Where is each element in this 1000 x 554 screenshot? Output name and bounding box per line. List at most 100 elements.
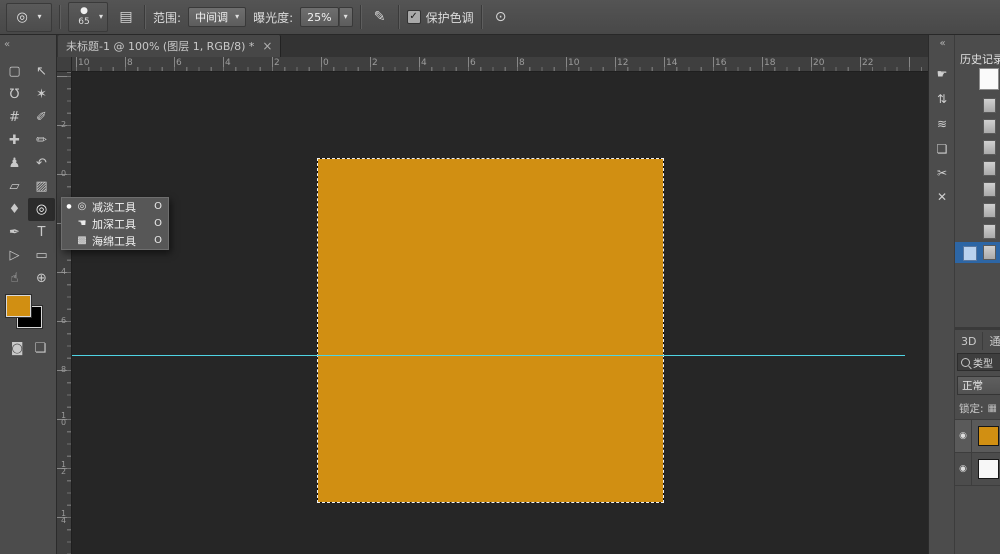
arrows-panel-icon[interactable]: ⇅	[929, 88, 955, 110]
history-state-row[interactable]	[955, 116, 1000, 137]
checkbox-box: ✓	[406, 10, 421, 24]
lasso-tool[interactable]: ℧	[1, 83, 28, 106]
horizontal-ruler[interactable]: 10 8 6 4 2 0 2 4 6 8 10 12 14 16 18 20 2…	[72, 57, 928, 72]
history-state-row[interactable]	[955, 221, 1000, 242]
ruler-number: 6	[470, 58, 476, 68]
ruler-number: 12	[617, 58, 629, 68]
history-brush-tool[interactable]: ↶	[28, 152, 55, 175]
visibility-toggle[interactable]: ◉	[955, 420, 972, 452]
menu-item-sponge-tool[interactable]: ▩ 海绵工具 O	[62, 232, 168, 249]
layer-row-layer1[interactable]: ◉	[955, 420, 1000, 453]
history-state-row[interactable]	[955, 179, 1000, 200]
options-bar: ◎ ▾ ● 65 ▾ ▤ 范围: 中间调 ▾ 曝光度: 25% ▾ ✎ ✓ 保护…	[0, 0, 1000, 35]
ruler-number: 18	[764, 58, 776, 68]
shape-tool[interactable]: ▭	[28, 244, 55, 267]
chevron-down-icon: ▾	[37, 12, 42, 21]
gradient-tool[interactable]: ▨	[28, 175, 55, 198]
zoom-tool[interactable]: ⊕	[28, 267, 55, 290]
collapse-dock-button[interactable]: «	[929, 38, 955, 49]
brush-preset-picker[interactable]: ● 65 ▾	[68, 2, 109, 32]
quick-mask-button[interactable]: ◙	[11, 341, 24, 356]
dodge-tool[interactable]: ◎	[28, 198, 55, 221]
waves-panel-icon[interactable]: ≋	[929, 113, 955, 135]
eraser-tool[interactable]: ▱	[1, 175, 28, 198]
visibility-toggle[interactable]: ◉	[955, 453, 972, 485]
tab-bar: 未标题-1 @ 100% (图层 1, RGB/8) * ×	[57, 35, 928, 57]
ruler-number: 2	[60, 120, 67, 129]
menu-item-burn-tool[interactable]: ☚ 加深工具 O	[62, 215, 168, 232]
type-tool[interactable]: T	[28, 221, 55, 244]
color-swatches	[0, 293, 57, 339]
close-panel-icon[interactable]: ✕	[929, 186, 955, 208]
ruler-corner[interactable]	[57, 57, 72, 72]
brush-tool[interactable]: ✏	[28, 129, 55, 152]
ruler-number: 4	[421, 58, 427, 68]
pressure-toggle-button[interactable]: ⊙	[490, 6, 512, 28]
path-selection-tool[interactable]: ▷	[1, 244, 28, 267]
divider	[480, 5, 483, 29]
layers-panel-icon[interactable]: ❏	[929, 138, 955, 160]
hand-panel-icon[interactable]: ☛	[929, 63, 955, 85]
collapse-tools-button[interactable]: «	[4, 39, 10, 50]
exposure-input[interactable]: 25%	[300, 7, 339, 27]
selected-bullet-icon: ●	[66, 203, 72, 210]
lock-options-row: 锁定: ▦	[959, 400, 1000, 416]
lock-label: 锁定:	[959, 402, 984, 415]
magic-wand-tool[interactable]: ✶	[28, 83, 55, 106]
eraser-icon: ▱	[9, 179, 20, 194]
history-state-row[interactable]	[955, 95, 1000, 116]
foreground-color-swatch[interactable]	[6, 295, 31, 317]
history-snapshot-thumbnail[interactable]	[979, 68, 999, 90]
range-label: 范围:	[153, 10, 182, 25]
history-state-row[interactable]	[955, 158, 1000, 179]
eyedropper-tool[interactable]: ✐	[28, 106, 55, 129]
gradient-icon: ▨	[35, 179, 48, 194]
tab-channels[interactable]: 通道	[983, 332, 1000, 350]
tab-3d[interactable]: 3D	[955, 332, 984, 350]
divider	[397, 5, 400, 29]
menu-item-dodge-tool[interactable]: ● ◎ 减淡工具 O	[62, 198, 168, 215]
selected-orange-region[interactable]	[317, 158, 664, 503]
document-tab[interactable]: 未标题-1 @ 100% (图层 1, RGB/8) * ×	[58, 35, 282, 57]
airbrush-toggle-button[interactable]: ✎	[369, 6, 391, 28]
protect-tones-checkbox[interactable]: ✓ 保护色调	[406, 9, 474, 26]
blur-tool[interactable]: ♦	[1, 198, 28, 221]
history-state-icon	[983, 140, 996, 155]
history-state-icon	[983, 119, 996, 134]
history-state-row[interactable]	[955, 137, 1000, 158]
dodge-tool-icon: ◎	[35, 202, 48, 217]
history-state-row[interactable]	[955, 200, 1000, 221]
toggle-brush-panel-button[interactable]: ▤	[115, 6, 137, 28]
brush-size-value: 65	[78, 17, 90, 27]
tool-preset-picker[interactable]: ◎ ▾	[6, 2, 52, 32]
zoom-icon: ⊕	[36, 271, 47, 286]
layer-filter-select[interactable]: 类型	[957, 353, 1000, 371]
lock-transparency-icon[interactable]: ▦	[988, 403, 997, 414]
ruler-number: 2	[372, 58, 378, 68]
dodge-tool-icon: ◎	[16, 9, 28, 25]
healing-brush-tool[interactable]: ✚	[1, 129, 28, 152]
background-thumbnail[interactable]	[978, 459, 999, 479]
horizontal-guide[interactable]	[72, 355, 905, 356]
brush-icon: ✏	[36, 133, 47, 148]
pen-tool[interactable]: ✒	[1, 221, 28, 244]
photoshop-window: ◎ ▾ ● 65 ▾ ▤ 范围: 中间调 ▾ 曝光度: 25% ▾ ✎ ✓ 保护…	[0, 0, 1000, 554]
ruler-number: 8	[519, 58, 525, 68]
clone-stamp-tool[interactable]: ♟	[1, 152, 28, 175]
range-select[interactable]: 中间调 ▾	[188, 7, 247, 27]
move-tool[interactable]: ↖	[28, 60, 55, 83]
document-viewport[interactable]	[72, 72, 928, 554]
layer1-thumbnail[interactable]	[978, 426, 999, 446]
vertical-ruler[interactable]: 2 0 2 4 6 8 10 12 14	[57, 72, 72, 554]
scissors-panel-icon[interactable]: ✂	[929, 162, 955, 184]
rectangular-marquee-tool[interactable]: ▢	[1, 60, 28, 83]
close-tab-icon[interactable]: ×	[262, 39, 272, 53]
blend-mode-select[interactable]: 正常	[957, 376, 1000, 395]
history-state-row-selected[interactable]	[955, 242, 1000, 263]
hand-tool[interactable]: ☝	[1, 267, 28, 290]
exposure-dropdown-button[interactable]: ▾	[338, 7, 353, 27]
screen-mode-button[interactable]: ❏	[34, 341, 46, 356]
layer-row-background[interactable]: ◉	[955, 453, 1000, 486]
crop-tool[interactable]: #	[1, 106, 28, 129]
menu-item-shortcut: O	[154, 218, 162, 229]
